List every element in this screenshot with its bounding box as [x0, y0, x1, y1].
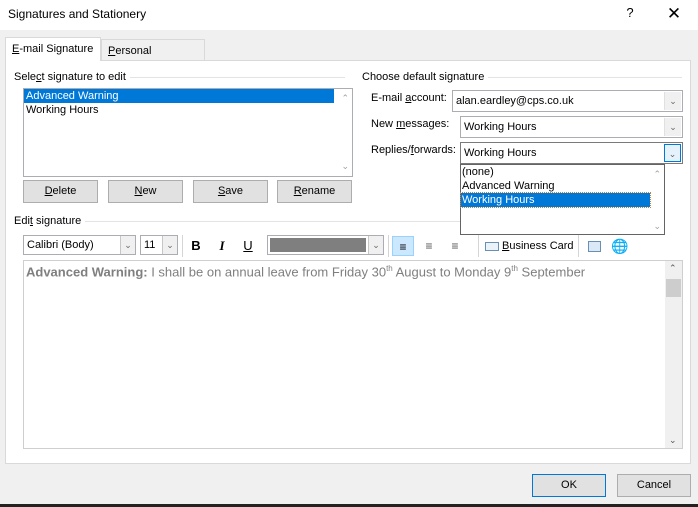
align-center-button[interactable]: ≡: [419, 236, 439, 256]
font-size-select[interactable]: 11 ⌄: [140, 235, 178, 255]
divider: [82, 221, 462, 222]
font-color-swatch: [270, 238, 366, 252]
business-card-icon: [485, 241, 499, 251]
delete-button[interactable]: Delete: [23, 180, 98, 203]
chevron-down-icon[interactable]: ⌄: [162, 236, 177, 254]
new-messages-label: New messages:: [371, 118, 450, 130]
divider: [130, 77, 345, 78]
scroll-up-icon[interactable]: ⌃: [669, 263, 677, 274]
chevron-down-icon[interactable]: ⌄: [368, 236, 383, 254]
signature-content: Advanced Warning: I shall be on annual l…: [26, 264, 586, 280]
toolbar-separator: [388, 235, 389, 257]
rename-button[interactable]: Rename: [277, 180, 352, 203]
tab-label: -mail Signature: [19, 43, 94, 55]
chevron-down-icon[interactable]: ⌄: [120, 236, 135, 254]
toolbar-separator: [578, 235, 579, 257]
replies-forwards-select[interactable]: Working Hours ⌄: [460, 142, 683, 164]
new-messages-select[interactable]: Working Hours ⌄: [460, 116, 683, 138]
scroll-up-icon[interactable]: ⌃: [653, 169, 661, 180]
close-button[interactable]: ✕: [663, 4, 685, 26]
window-title: Signatures and Stationery: [8, 7, 147, 21]
toolbar-separator: [182, 235, 183, 257]
font-color-select[interactable]: ⌄: [267, 235, 384, 255]
align-right-button[interactable]: ≡: [445, 236, 465, 256]
divider: [482, 77, 682, 78]
insert-picture-button[interactable]: [585, 236, 603, 256]
align-right-icon: ≡: [451, 239, 459, 253]
dropdown-option-advanced-warning[interactable]: Advanced Warning: [461, 179, 664, 193]
scroll-down-icon[interactable]: ⌄: [653, 221, 661, 232]
font-select[interactable]: Calibri (Body) ⌄: [23, 235, 136, 255]
picture-icon: [587, 241, 601, 253]
tab-email-signature[interactable]: E-mail Signature: [5, 37, 101, 61]
new-button[interactable]: New: [108, 180, 183, 203]
signature-list[interactable]: Advanced Warning Working Hours ⌃ ⌄: [23, 88, 353, 177]
replies-forwards-value: Working Hours: [464, 147, 537, 159]
signature-editor[interactable]: Advanced Warning: I shall be on annual l…: [23, 260, 683, 449]
ok-button[interactable]: OK: [532, 474, 606, 497]
insert-hyperlink-button[interactable]: 🌐: [611, 236, 629, 256]
edit-signature-label: Edit signature: [14, 215, 86, 227]
editor-scrollbar[interactable]: ⌃ ⌄: [665, 261, 682, 448]
chevron-down-icon[interactable]: ⌄: [664, 144, 681, 162]
help-button[interactable]: ?: [620, 5, 640, 25]
business-card-button[interactable]: Business Card: [485, 236, 575, 256]
email-account-value: alan.eardley@cps.co.uk: [456, 95, 574, 107]
font-size-value: 11: [144, 239, 156, 251]
toolbar-separator: [478, 235, 479, 257]
bold-button[interactable]: B: [188, 236, 204, 256]
tab-personal-stationery[interactable]: Personal Stationery: [101, 39, 205, 79]
email-account-label: E-mail account:: [371, 92, 447, 104]
default-signature-label: Choose default signature: [362, 71, 489, 83]
hyperlink-globe-icon: 🌐: [611, 238, 629, 254]
italic-button[interactable]: I: [214, 236, 230, 256]
close-icon: ✕: [666, 4, 682, 23]
underline-button[interactable]: U: [240, 236, 256, 256]
scroll-down-icon[interactable]: ⌄: [341, 161, 349, 172]
scrollbar-thumb[interactable]: [666, 279, 681, 297]
signature-item-advanced-warning[interactable]: Advanced Warning: [24, 89, 334, 103]
scroll-down-icon[interactable]: ⌄: [669, 435, 677, 446]
select-signature-label: Select signature to edit: [14, 71, 130, 83]
chevron-down-icon[interactable]: ⌄: [664, 118, 681, 136]
font-value: Calibri (Body): [27, 239, 94, 251]
dropdown-option-none[interactable]: (none): [461, 165, 664, 179]
chevron-down-icon[interactable]: ⌄: [664, 92, 681, 110]
title-bar: Signatures and Stationery ? ✕: [0, 0, 698, 30]
email-account-select[interactable]: alan.eardley@cps.co.uk ⌄: [452, 90, 683, 112]
new-messages-value: Working Hours: [464, 121, 537, 133]
dropdown-option-working-hours[interactable]: Working Hours: [460, 192, 651, 208]
align-left-icon: ≡: [399, 240, 407, 254]
signature-item-working-hours[interactable]: Working Hours: [24, 103, 352, 117]
align-left-button[interactable]: ≡: [392, 236, 414, 256]
cancel-button[interactable]: Cancel: [617, 474, 691, 497]
replies-forwards-dropdown[interactable]: (none) Advanced Warning Working Hours ⌃ …: [460, 164, 665, 235]
scroll-up-icon[interactable]: ⌃: [341, 93, 349, 104]
align-center-icon: ≡: [425, 239, 433, 253]
replies-forwards-label: Replies/forwards:: [371, 144, 456, 156]
save-button[interactable]: Save: [193, 180, 268, 203]
